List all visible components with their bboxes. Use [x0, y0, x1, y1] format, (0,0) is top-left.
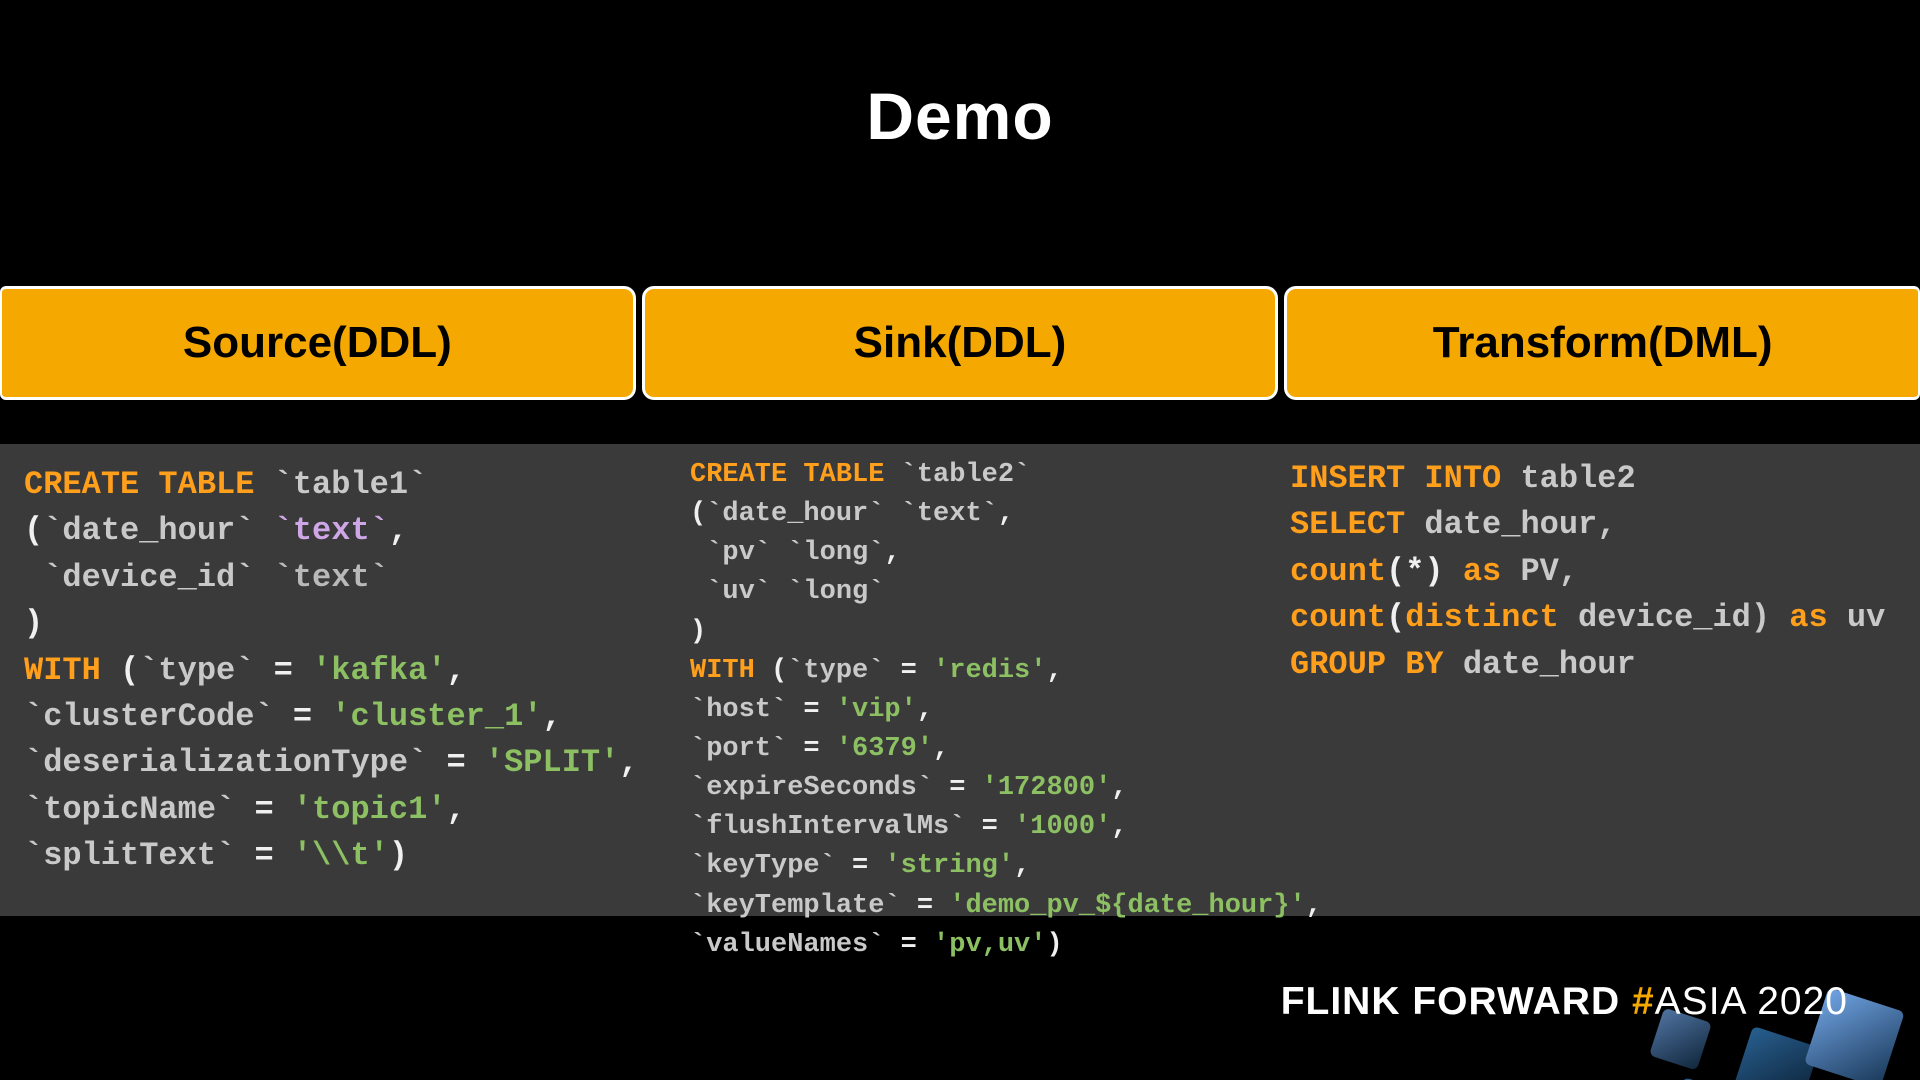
brand-forward: FORWARD — [1412, 980, 1620, 1023]
code-sink: CREATE TABLE `table2` (`date_hour` `text… — [690, 444, 1290, 916]
code-source: CREATE TABLE `table1` (`date_hour` `text… — [0, 444, 690, 916]
brand-flink: FLINK — [1281, 980, 1401, 1023]
code-transform-pre: INSERT INTO table2 SELECT date_hour, cou… — [1290, 456, 1910, 688]
tabs-row: Source(DDL) Sink(DDL) Transform(DML) — [0, 286, 1920, 400]
tab-source: Source(DDL) — [0, 286, 636, 400]
brand-footer: FLINK FORWARD #ASIA 2020 — [1281, 980, 1848, 1024]
tab-sink: Sink(DDL) — [642, 286, 1279, 400]
code-source-pre: CREATE TABLE `table1` (`date_hour` `text… — [24, 462, 680, 880]
slide-title: Demo — [0, 0, 1920, 154]
code-panels: CREATE TABLE `table1` (`date_hour` `text… — [0, 444, 1920, 916]
brand-asia: ASIA 2020 — [1655, 980, 1848, 1023]
code-transform: INSERT INTO table2 SELECT date_hour, cou… — [1290, 444, 1920, 916]
brand-hash: # — [1632, 980, 1655, 1023]
code-sink-pre: CREATE TABLE `table2` (`date_hour` `text… — [690, 456, 1280, 965]
tab-transform: Transform(DML) — [1284, 286, 1920, 400]
